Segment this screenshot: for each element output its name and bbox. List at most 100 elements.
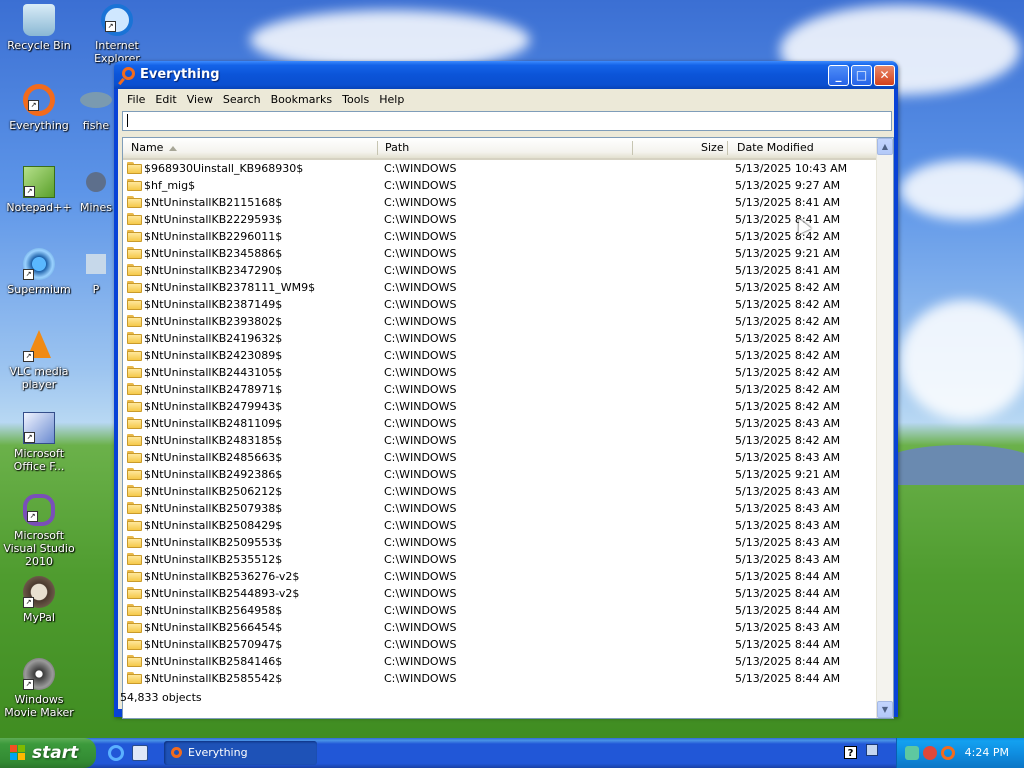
table-row[interactable]: $NtUninstallKB2536276-v2$ C:\WINDOWS 5/13/…	[123, 568, 881, 585]
search-input[interactable]	[122, 111, 892, 131]
desktop-icon-fishe[interactable]: fishe	[78, 84, 114, 132]
taskbar: start Everything ? 4:24 PM	[0, 738, 1024, 768]
clock[interactable]: 4:24 PM	[965, 738, 1009, 768]
desktop-icon-recycle-bin[interactable]: Recycle Bin	[0, 4, 78, 52]
cell-date-modified: 5/13/2025 8:43 AM	[735, 451, 841, 464]
security-alert-icon[interactable]	[923, 746, 937, 760]
menu-search[interactable]: Search	[218, 93, 266, 106]
desktop-icon-office[interactable]: ↗ Microsoft Office F...	[0, 412, 78, 473]
cell-date-modified: 5/13/2025 8:43 AM	[735, 502, 841, 515]
cell-date-modified: 5/13/2025 8:42 AM	[735, 281, 841, 294]
cell-name: $NtUninstallKB2378111_WM9$	[144, 281, 316, 294]
help-icon[interactable]: ?	[844, 746, 857, 759]
table-row[interactable]: $NtUninstallKB2492386$ C:\WINDOWS 5/13/202…	[123, 466, 881, 483]
start-label: start	[32, 743, 79, 763]
column-divider[interactable]	[632, 141, 633, 155]
network-icon[interactable]	[866, 744, 878, 756]
table-row[interactable]: $NtUninstallKB2481109$ C:\WINDOWS 5/13/202…	[123, 415, 881, 432]
table-row[interactable]: $NtUninstallKB2296011$ C:\WINDOWS 5/13/202…	[123, 228, 881, 245]
desktop-icon-visual-studio[interactable]: ↗ Microsoft Visual Studio 2010	[0, 494, 78, 568]
menu-bookmarks[interactable]: Bookmarks	[266, 93, 337, 106]
table-row[interactable]: $NtUninstallKB2229593$ C:\WINDOWS 5/13/202…	[123, 211, 881, 228]
table-row[interactable]: $NtUninstallKB2508429$ C:\WINDOWS 5/13/202…	[123, 517, 881, 534]
table-row[interactable]: $NtUninstallKB2423089$ C:\WINDOWS 5/13/202…	[123, 347, 881, 364]
table-row[interactable]: $NtUninstallKB2419632$ C:\WINDOWS 5/13/202…	[123, 330, 881, 347]
table-row[interactable]: $968930Uinstall_KB968930$ C:\WINDOWS 5/13/…	[123, 160, 881, 177]
desktop-icon-vlc[interactable]: ↗ VLC media player	[0, 330, 78, 391]
menu-file[interactable]: File	[122, 93, 150, 106]
cell-date-modified: 5/13/2025 8:43 AM	[735, 519, 841, 532]
cell-path: C:\WINDOWS	[384, 383, 457, 396]
table-row[interactable]: $NtUninstallKB2115168$ C:\WINDOWS 5/13/202…	[123, 194, 881, 211]
column-divider[interactable]	[377, 141, 378, 155]
desktop-icon-p[interactable]: P	[78, 248, 114, 296]
column-header-size[interactable]: Size	[701, 138, 724, 158]
cell-path: C:\WINDOWS	[384, 179, 457, 192]
table-row[interactable]: $NtUninstallKB2566454$ C:\WINDOWS 5/13/202…	[123, 619, 881, 636]
table-row[interactable]: $NtUninstallKB2570947$ C:\WINDOWS 5/13/202…	[123, 636, 881, 653]
cell-path: C:\WINDOWS	[384, 332, 457, 345]
start-button[interactable]: start	[0, 738, 96, 768]
cell-date-modified: 5/13/2025 9:27 AM	[735, 179, 841, 192]
menu-help[interactable]: Help	[374, 93, 409, 106]
desktop-icon-supermium[interactable]: ↗ Supermium	[0, 248, 78, 296]
column-header-name[interactable]: Name	[131, 138, 178, 158]
table-row[interactable]: $NtUninstallKB2585542$ C:\WINDOWS 5/13/202…	[123, 670, 881, 687]
column-divider[interactable]	[727, 141, 728, 155]
table-row[interactable]: $NtUninstallKB2485663$ C:\WINDOWS 5/13/202…	[123, 449, 881, 466]
magnifier-icon[interactable]	[941, 746, 955, 760]
folder-icon	[127, 264, 142, 276]
column-header-path[interactable]: Path	[385, 138, 409, 158]
desktop-icon-movie-maker[interactable]: ↗ Windows Movie Maker	[0, 658, 78, 719]
table-row[interactable]: $NtUninstallKB2584146$ C:\WINDOWS 5/13/202…	[123, 653, 881, 670]
desktop-icon-notepadpp[interactable]: ↗ Notepad++	[0, 166, 78, 214]
folder-icon	[127, 604, 142, 616]
maximize-button[interactable]: □	[851, 65, 872, 86]
folder-icon	[127, 638, 142, 650]
menu-tools[interactable]: Tools	[337, 93, 374, 106]
table-row[interactable]: $NtUninstallKB2479943$ C:\WINDOWS 5/13/202…	[123, 398, 881, 415]
title-bar[interactable]: Everything _ □ ✕	[114, 61, 898, 89]
cell-name: $NtUninstallKB2229593$	[144, 213, 283, 226]
table-row[interactable]: $NtUninstallKB2347290$ C:\WINDOWS 5/13/202…	[123, 262, 881, 279]
table-row[interactable]: $NtUninstallKB2443105$ C:\WINDOWS 5/13/202…	[123, 364, 881, 381]
results-list[interactable]: Name Path Size Date Modified $968930Uins…	[122, 137, 894, 719]
desktop-icon-mypal[interactable]: ↗ MyPal	[0, 576, 78, 624]
vertical-scrollbar[interactable]: ▲ ▼	[876, 138, 893, 718]
table-row[interactable]: $NtUninstallKB2483185$ C:\WINDOWS 5/13/202…	[123, 432, 881, 449]
folder-icon	[127, 621, 142, 633]
table-row[interactable]: $NtUninstallKB2345886$ C:\WINDOWS 5/13/202…	[123, 245, 881, 262]
column-header-date-modified[interactable]: Date Modified	[737, 138, 814, 158]
table-row[interactable]: $NtUninstallKB2387149$ C:\WINDOWS 5/13/202…	[123, 296, 881, 313]
folder-icon	[127, 332, 142, 344]
table-row[interactable]: $NtUninstallKB2378111_WM9$ C:\WINDOWS 5/13…	[123, 279, 881, 296]
internet-explorer-icon[interactable]	[108, 745, 124, 761]
cell-name: $NtUninstallKB2345886$	[144, 247, 283, 260]
desktop-icon-mines[interactable]: Mines	[78, 166, 114, 214]
cell-path: C:\WINDOWS	[384, 468, 457, 481]
cell-date-modified: 5/13/2025 8:42 AM	[735, 366, 841, 379]
table-row[interactable]: $hf_mig$ C:\WINDOWS 5/13/2025 9:27 AM	[123, 177, 881, 194]
taskbar-button-everything[interactable]: Everything	[164, 741, 317, 765]
table-row[interactable]: $NtUninstallKB2393802$ C:\WINDOWS 5/13/202…	[123, 313, 881, 330]
table-row[interactable]: $NtUninstallKB2507938$ C:\WINDOWS 5/13/202…	[123, 500, 881, 517]
desktop-icon-internet-explorer[interactable]: ↗ Internet Explorer	[78, 4, 156, 65]
desktop-icon-everything[interactable]: ↗ Everything	[0, 84, 78, 132]
shortcut-arrow-icon: ↗	[28, 100, 39, 111]
folder-icon	[127, 468, 142, 480]
close-button[interactable]: ✕	[874, 65, 895, 86]
minimize-button[interactable]: _	[828, 65, 849, 86]
menu-view[interactable]: View	[182, 93, 218, 106]
table-row[interactable]: $NtUninstallKB2535512$ C:\WINDOWS 5/13/202…	[123, 551, 881, 568]
menu-edit[interactable]: Edit	[150, 93, 181, 106]
show-desktop-icon[interactable]	[132, 745, 148, 761]
table-row[interactable]: $NtUninstallKB2564958$ C:\WINDOWS 5/13/202…	[123, 602, 881, 619]
table-row[interactable]: $NtUninstallKB2544893-v2$ C:\WINDOWS 5/13/…	[123, 585, 881, 602]
table-row[interactable]: $NtUninstallKB2506212$ C:\WINDOWS 5/13/202…	[123, 483, 881, 500]
cell-date-modified: 5/13/2025 8:42 AM	[735, 349, 841, 362]
safely-remove-icon[interactable]	[905, 746, 919, 760]
hill	[880, 445, 1024, 485]
scroll-up-button[interactable]: ▲	[877, 138, 893, 155]
table-row[interactable]: $NtUninstallKB2478971$ C:\WINDOWS 5/13/202…	[123, 381, 881, 398]
table-row[interactable]: $NtUninstallKB2509553$ C:\WINDOWS 5/13/202…	[123, 534, 881, 551]
